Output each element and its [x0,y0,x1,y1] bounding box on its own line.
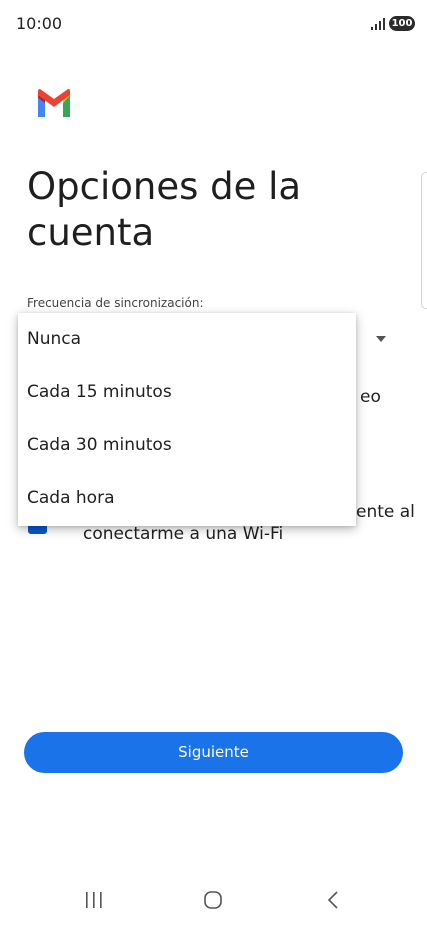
option-every-15-minutes[interactable]: Cada 15 minutos [18,366,356,419]
status-bar: 10:00 100 [0,0,427,46]
battery-badge: 100 [389,16,415,31]
navigation-bar [0,876,427,926]
sync-frequency-dropdown: Nunca Cada 15 minutos Cada 30 minutos Ca… [18,313,356,526]
option-never[interactable]: Nunca [18,313,356,366]
back-icon[interactable] [326,890,340,910]
next-button[interactable]: Siguiente [24,732,403,773]
dropdown-arrow-icon[interactable] [376,336,386,342]
option-every-30-minutes[interactable]: Cada 30 minutos [18,419,356,472]
signal-icon [371,18,385,30]
recent-apps-icon[interactable] [84,891,104,909]
page-title: Opciones de la cuenta [27,165,302,254]
notify-option-text: eo [360,387,381,407]
home-icon[interactable] [203,890,223,910]
scroll-indicator [421,172,427,309]
wifi-option-text: ente al [356,502,415,522]
sync-frequency-label: Frecuencia de sincronización: [27,296,204,310]
status-time: 10:00 [16,14,63,33]
gmail-logo [38,89,70,117]
wifi-option-text-line2: conectarme a una Wi-Fi [83,524,284,544]
option-every-hour[interactable]: Cada hora [18,472,356,525]
